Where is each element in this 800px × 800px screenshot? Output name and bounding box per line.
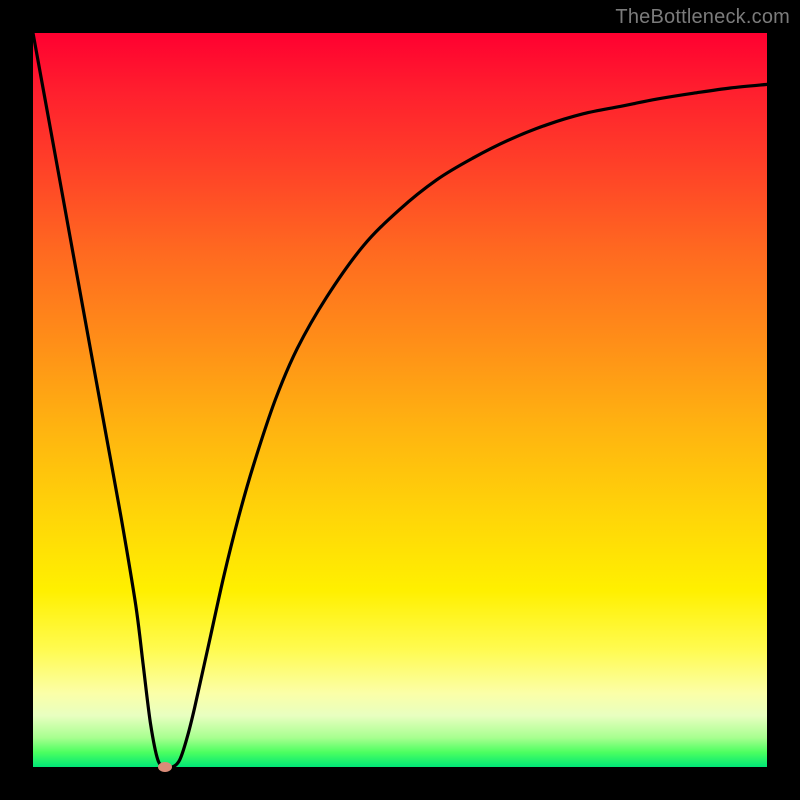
curve-path xyxy=(33,33,767,768)
chart-frame: TheBottleneck.com xyxy=(0,0,800,800)
bottleneck-curve xyxy=(33,33,767,767)
plot-area xyxy=(33,33,767,767)
optimum-marker xyxy=(158,762,172,772)
watermark-text: TheBottleneck.com xyxy=(615,6,790,29)
